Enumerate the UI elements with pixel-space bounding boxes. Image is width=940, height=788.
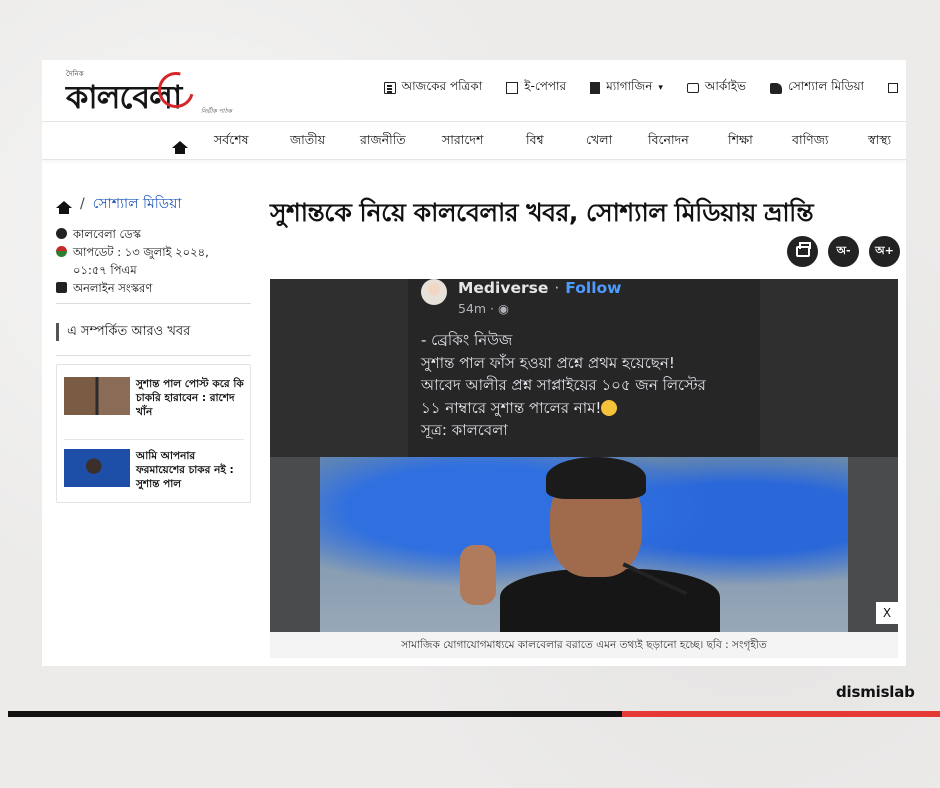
divider <box>56 355 251 356</box>
top-nav-archive[interactable]: আর্কাইভ <box>686 78 746 98</box>
top-nav-todays-paper[interactable]: আজকের পত্রিকা <box>383 78 483 98</box>
edition-row: অনলাইন সংস্করণ <box>56 279 256 297</box>
category-list: সর্বশেষ জাতীয় রাজনীতি সারাদেশ বিশ্ব খেল… <box>214 132 891 152</box>
author-name: কালবেলা ডেস্ক <box>73 227 141 241</box>
top-nav-label: আজকের পত্রিকা <box>401 79 483 93</box>
fb-separator: · <box>554 279 560 297</box>
divider <box>56 303 251 304</box>
user-icon <box>56 228 67 239</box>
footer-bar-red <box>622 711 940 717</box>
image-border <box>270 457 320 632</box>
edit-icon <box>56 282 67 293</box>
image-caption: সামাজিক যোগাযোগমাধ্যমে কালবেলার বরাতে এম… <box>270 632 898 658</box>
updated-clock: ০১:৫৭ পিএম <box>73 263 137 277</box>
fb-line: ১১ নাম্বারে সুশান্ত পালের নাম! <box>421 398 602 417</box>
page-avatar <box>421 279 447 305</box>
related-news-thumbnail[interactable] <box>64 377 130 415</box>
globe-icon: ◉ <box>498 301 509 316</box>
top-nav-label: সোশ্যাল মিডিয়া <box>787 79 864 93</box>
article-headline: সুশান্তকে নিয়ে কালবেলার খবর, সোশ্যাল মি… <box>270 198 814 227</box>
person-photo <box>320 457 848 632</box>
copy-icon <box>888 83 898 93</box>
fb-time-text: 54m · <box>458 301 499 316</box>
category-health[interactable]: স্বাস্থ্য <box>868 132 891 152</box>
category-education[interactable]: শিক্ষা <box>728 132 792 152</box>
top-nav-magazine[interactable]: ম্যাগাজিন ▾ <box>590 78 663 98</box>
font-decrease-button[interactable]: অ- <box>828 236 859 267</box>
breadcrumb: / সোশ্যাল মিডিয়া <box>56 192 181 216</box>
top-nav-label: আর্কাইভ <box>704 79 746 93</box>
top-nav-more[interactable] <box>888 78 898 98</box>
category-entertainment[interactable]: বিনোদন <box>648 132 728 152</box>
category-sports[interactable]: খেলা <box>586 132 648 152</box>
person-hand <box>460 545 496 605</box>
related-news-list: সুশান্ত পাল পোস্ট করে কি চাকরি হারাবেন :… <box>56 364 251 503</box>
related-news-title: এ সম্পর্কিত আরও খবর <box>56 323 190 341</box>
fb-page-header: Mediverse · Follow <box>458 279 621 297</box>
related-news-item[interactable]: আমি আপনার ফরমায়েশের চাকর নই : সুশান্ত প… <box>64 449 244 491</box>
fb-post-text: - ব্রেকিং নিউজ সুশান্ত পাল ফাঁস হওয়া প্… <box>421 329 706 442</box>
category-world[interactable]: বিশ্ব <box>526 132 586 152</box>
top-nav-epaper[interactable]: ই-পেপার <box>506 78 566 98</box>
newspaper-icon <box>383 82 396 94</box>
author-row: কালবেলা ডেস্ক <box>56 225 256 243</box>
logo-tagline: নির্ভীক পাঠক <box>201 108 232 115</box>
category-national[interactable]: জাতীয় <box>290 132 360 152</box>
category-latest[interactable]: সর্বশেষ <box>214 132 290 152</box>
breadcrumb-section-link[interactable]: সোশ্যাল মিডিয়া <box>93 192 182 216</box>
updated-row: আপডেট : ১৩ জুলাই ২০২৪, ০১:৫৭ পিএম <box>56 243 256 279</box>
fb-line: আবেদ আলীর প্রশ্ন সাপ্লাইয়ের ১০৫ জন লিস্… <box>421 376 706 394</box>
caret-down-icon: ▾ <box>658 83 663 93</box>
news-page-screenshot: দৈনিক কালবেলা নির্ভীক পাঠক আজকের পত্রিকা… <box>42 60 906 666</box>
dismislab-logo: dismislab <box>836 683 915 701</box>
print-button[interactable] <box>787 236 818 267</box>
thumbs-up-icon <box>769 82 782 94</box>
footer-bar-black <box>8 711 622 717</box>
article-tools: অ- অ+ <box>787 236 900 267</box>
font-increase-button[interactable]: অ+ <box>869 236 900 267</box>
related-news-thumbnail[interactable] <box>64 449 130 487</box>
site-header: দৈনিক কালবেলা নির্ভীক পাঠক আজকের পত্রিকা… <box>42 60 906 122</box>
divider <box>64 439 244 440</box>
epaper-icon <box>506 82 519 94</box>
home-icon <box>172 141 188 154</box>
top-nav: আজকের পত্রিকা ই-পেপার ম্যাগাজিন ▾ আর্কাই… <box>383 78 898 98</box>
top-nav-label: ম্যাগাজিন <box>606 79 653 93</box>
site-logo[interactable]: দৈনিক কালবেলা নির্ভীক পাঠক <box>66 65 241 116</box>
fb-follow-link: Follow <box>565 279 622 297</box>
home-icon[interactable] <box>56 200 72 214</box>
fb-line: সূত্র: কালবেলা <box>421 421 508 439</box>
related-news-headline[interactable]: আমি আপনার ফরমায়েশের চাকর নই : সুশান্ত প… <box>136 449 244 491</box>
home-link[interactable] <box>172 133 188 154</box>
person-hair <box>546 457 646 499</box>
person-body <box>500 569 720 632</box>
clock-icon <box>56 246 67 257</box>
category-nav: সর্বশেষ জাতীয় রাজনীতি সারাদেশ বিশ্ব খেল… <box>42 122 906 160</box>
fb-line-with-emoji: ১১ নাম্বারে সুশান্ত পালের নাম! <box>421 397 706 420</box>
fb-post-time: 54m · ◉ <box>458 301 509 316</box>
top-nav-social-media[interactable]: সোশ্যাল মিডিয়া <box>769 78 864 98</box>
category-politics[interactable]: রাজনীতি <box>360 132 442 152</box>
top-nav-label: ই-পেপার <box>524 79 567 93</box>
fb-line: - ব্রেকিং নিউজ <box>421 331 513 349</box>
fb-line: সুশান্ত পাল ফাঁস হওয়া প্রশ্নে প্রথম হয়… <box>421 353 675 372</box>
updated-time: আপডেট : ১৩ জুলাই ২০২৪, ০১:৫৭ পিএম <box>73 243 209 279</box>
edition-label: অনলাইন সংস্করণ <box>73 281 153 295</box>
updated-date: আপডেট : ১৩ জুলাই ২০২৪, <box>73 245 209 259</box>
magazine-icon <box>590 82 601 94</box>
printer-icon <box>795 242 811 257</box>
dizzy-face-emoji-icon <box>601 399 618 416</box>
archive-icon <box>686 83 699 93</box>
category-business[interactable]: বাণিজ্য <box>792 132 868 152</box>
article-meta: কালবেলা ডেস্ক আপডেট : ১৩ জুলাই ২০২৪, ০১:৫… <box>56 225 256 297</box>
breadcrumb-separator: / <box>80 196 85 212</box>
fb-page-name: Mediverse <box>458 279 549 297</box>
related-news-item[interactable]: সুশান্ত পাল পোস্ট করে কি চাকরি হারাবেন :… <box>64 377 244 419</box>
facebook-post-screenshot: Mediverse · Follow 54m · ◉ - ব্রেকিং নিউজ … <box>408 279 760 457</box>
article-image: Mediverse · Follow 54m · ◉ - ব্রেকিং নিউজ … <box>270 279 898 632</box>
category-country[interactable]: সারাদেশ <box>442 132 526 152</box>
related-news-headline[interactable]: সুশান্ত পাল পোস্ট করে কি চাকরি হারাবেন :… <box>136 377 244 419</box>
close-ad-button[interactable]: X <box>876 602 898 624</box>
